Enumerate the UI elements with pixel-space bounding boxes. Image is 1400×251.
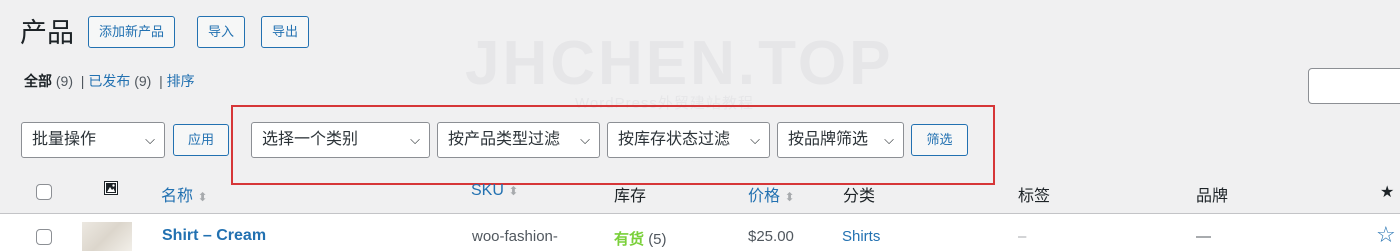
column-name-label: 名称 xyxy=(161,188,194,205)
apply-button[interactable]: 应用 xyxy=(173,124,229,156)
column-brand: 品牌 xyxy=(1196,188,1229,205)
column-tags: 标签 xyxy=(1018,188,1051,205)
featured-toggle-star-icon[interactable]: ☆ xyxy=(1376,222,1396,248)
product-brand: — xyxy=(1196,228,1211,245)
column-stock: 库存 xyxy=(614,188,647,205)
featured-star-icon[interactable]: ★ xyxy=(1380,182,1394,202)
bulk-actions-label: 批量操作 xyxy=(32,131,97,148)
column-price[interactable]: 价格 ⬍ xyxy=(748,182,795,206)
page-title: 产品 xyxy=(20,18,74,48)
view-all-link[interactable]: 全部 xyxy=(24,73,52,89)
view-separator: | xyxy=(159,73,163,89)
product-stock: 有货 (5) xyxy=(614,228,667,249)
view-separator: | xyxy=(80,73,85,89)
column-name[interactable]: 名称 ⬍ xyxy=(161,182,208,206)
view-all-count: (9) xyxy=(55,73,74,89)
column-sku[interactable]: SKU ⬍ xyxy=(471,182,518,200)
column-price-label: 价格 xyxy=(748,188,781,205)
sort-icon: ⬍ xyxy=(784,190,795,204)
product-category-link[interactable]: Shirts xyxy=(842,228,880,245)
view-sort-link[interactable]: 排序 xyxy=(167,73,195,89)
sort-icon: ⬍ xyxy=(197,190,208,204)
stock-status: 有货 xyxy=(614,231,645,248)
table-row: Shirt – Cream woo-fashion- 有货 (5) $25.00… xyxy=(0,214,1400,251)
column-sku-label: SKU xyxy=(471,182,504,199)
table-header: 名称 ⬍ SKU ⬍ 库存 价格 ⬍ 分类 标签 品牌 ★ xyxy=(0,170,1400,214)
chevron-down-icon: ⌵ xyxy=(145,132,155,147)
add-new-product-button[interactable]: 添加新产品 xyxy=(88,16,176,48)
export-button[interactable]: 导出 xyxy=(261,16,310,48)
select-all-checkbox[interactable] xyxy=(36,184,52,200)
row-checkbox[interactable] xyxy=(36,229,52,245)
product-sku: woo-fashion- xyxy=(472,228,558,245)
product-thumbnail[interactable] xyxy=(82,222,132,251)
product-tags: – xyxy=(1018,228,1027,245)
view-published-link[interactable]: 已发布 xyxy=(88,73,130,89)
image-column-icon xyxy=(104,181,118,200)
search-input[interactable] xyxy=(1308,68,1400,104)
sort-icon: ⬍ xyxy=(508,184,519,198)
product-price: $25.00 xyxy=(748,228,794,245)
stock-count: (5) xyxy=(648,231,667,248)
watermark: JHCHEN.TOP xyxy=(465,29,894,98)
import-button[interactable]: 导入 xyxy=(197,16,246,48)
view-published-count: (9) xyxy=(134,73,152,89)
view-filters: 全部 (9) | 已发布 (9) | 排序 xyxy=(24,71,195,91)
bulk-actions-select[interactable]: 批量操作 ⌵ xyxy=(21,122,165,158)
product-name-link[interactable]: Shirt – Cream xyxy=(162,227,266,245)
column-categories: 分类 xyxy=(843,188,876,205)
